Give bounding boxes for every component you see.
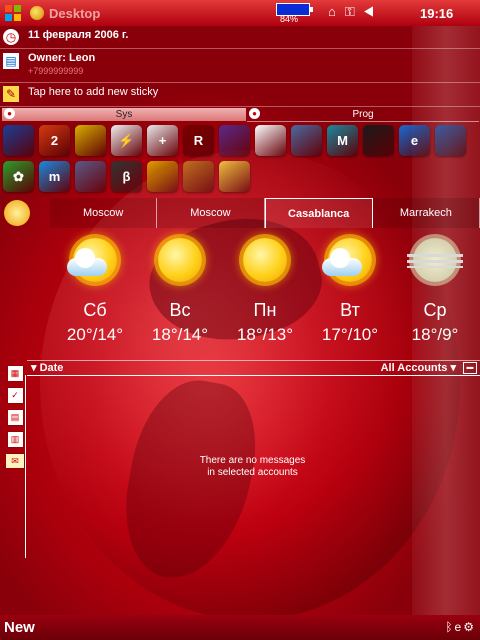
cube-app-icon[interactable]: [435, 125, 466, 156]
launcher-tab-label: Prog: [352, 109, 374, 120]
sun-cloud-icon: [67, 232, 123, 288]
sort-date-label: Date: [39, 362, 64, 374]
tray-status-icons[interactable]: ⌂⚿◀: [328, 4, 383, 20]
speaker-icon[interactable]: ◀: [364, 4, 383, 19]
message-list-header: ▾ Date All Accounts ▾ ▬: [27, 360, 480, 376]
accounts-label: All Accounts: [380, 362, 448, 374]
empty-line-2: in selected accounts: [207, 467, 298, 478]
package-box-icon[interactable]: [75, 125, 106, 156]
home-icon[interactable]: ⌂: [328, 4, 345, 19]
title-bar: Desktop 84% ⌂⚿◀ 19:16: [0, 0, 480, 26]
first-aid-icon[interactable]: +: [147, 125, 178, 156]
haze-icon: [407, 232, 463, 288]
clock[interactable]: 19:16: [420, 6, 453, 21]
red-tool-icon[interactable]: R: [183, 125, 214, 156]
bottom-tray-icons[interactable]: ᛒe⚙: [445, 620, 476, 634]
owner-phone: +7999999999: [28, 66, 84, 76]
envelope-icon[interactable]: ✉: [5, 453, 25, 469]
accounts-dropdown[interactable]: All Accounts ▾: [381, 361, 456, 374]
launcher-tab-label: Sys: [115, 109, 133, 120]
message-list-divider: [25, 375, 26, 558]
launcher-row-2: ✿ m β: [3, 161, 283, 192]
launcher-tab-sys[interactable]: ● Sys: [2, 108, 246, 121]
drafts-icon[interactable]: ✓: [6, 387, 24, 404]
badge-2-icon[interactable]: 2: [39, 125, 70, 156]
sticky-row[interactable]: ✎ Tap here to add new sticky: [0, 82, 480, 107]
day-temp: 18°/14°: [151, 325, 209, 344]
flash-card-icon[interactable]: ⚡: [111, 125, 142, 156]
today-date-row[interactable]: ◷ 11 февраля 2006 г.: [0, 26, 480, 49]
view-toggle-icon[interactable]: ▬: [463, 362, 477, 374]
empty-line-1: There are no messages: [199, 455, 306, 466]
tab-dot-icon: ●: [4, 108, 15, 119]
connectivity-icon[interactable]: ⚿: [345, 4, 364, 19]
city-tab-active[interactable]: Casablanca: [264, 198, 373, 228]
pdf-reader-icon[interactable]: [255, 125, 286, 156]
sticky-prompt: Tap here to add new sticky: [28, 86, 159, 98]
owner-row[interactable]: ▤ Owner: Leon +7999999999: [0, 48, 480, 83]
camera-photo-icon[interactable]: [183, 161, 214, 192]
battery-percent: 84%: [280, 14, 299, 24]
settings-icon[interactable]: ⚙: [463, 620, 476, 634]
orb-player-icon[interactable]: [75, 161, 106, 192]
windows-flag-icon[interactable]: [0, 0, 26, 26]
day-name: Сб: [83, 300, 107, 320]
colored-balls-icon[interactable]: [3, 125, 34, 156]
day-temp: 18°/13°: [236, 325, 294, 344]
today-date: 11 февраля 2006 г.: [28, 29, 129, 41]
painter-tools-icon[interactable]: [147, 161, 178, 192]
browser-icon[interactable]: e: [455, 620, 464, 634]
empty-messages-text: There are no messages in selected accoun…: [180, 455, 325, 479]
forecast-day[interactable]: Сб 20°/14°: [50, 232, 140, 345]
outbox-icon[interactable]: ▤: [6, 409, 24, 426]
forecast-day[interactable]: Вс 18°/14°: [135, 232, 225, 345]
weather-logo-icon[interactable]: [4, 200, 30, 226]
owner-card-icon: ▤: [3, 53, 19, 69]
metro-m-icon[interactable]: M: [327, 125, 358, 156]
desktop-sun-icon: [30, 6, 44, 20]
day-temp: 18°/9°: [411, 325, 459, 344]
message-folder-icons: ▦ ✓ ▤ ▥ ✉: [4, 362, 26, 474]
tab-dot-icon: ●: [249, 108, 260, 119]
city-tab[interactable]: Moscow: [50, 198, 158, 228]
inbox-icon[interactable]: ▦: [6, 365, 24, 382]
new-softkey[interactable]: New: [4, 619, 35, 636]
day-name: Вт: [340, 300, 360, 320]
day-name: Вс: [169, 300, 191, 320]
sunny-icon: [152, 232, 208, 288]
sun-cloud-icon: [322, 232, 378, 288]
day-temp: 20°/14°: [66, 325, 124, 344]
launcher-tab-prog[interactable]: ● Prog: [247, 108, 479, 122]
internet-explorer-icon[interactable]: e: [399, 125, 430, 156]
bluetooth-icon[interactable]: ᛒ: [445, 620, 454, 634]
launcher-row-1: 2 ⚡ + R Me: [3, 125, 479, 156]
city-tab[interactable]: Moscow: [157, 198, 265, 228]
window-title: Desktop: [49, 5, 101, 21]
owner-name: Owner: Leon: [28, 52, 96, 64]
menu-bar: New ᛒe⚙: [0, 615, 480, 640]
winrar-books-icon[interactable]: [219, 125, 250, 156]
city-tab[interactable]: Marrakech: [372, 198, 480, 228]
forecast-day[interactable]: Пн 18°/13°: [220, 232, 310, 345]
sort-date-button[interactable]: ▾ Date: [31, 361, 63, 374]
calculator-icon[interactable]: [291, 125, 322, 156]
clock-icon: ◷: [3, 29, 19, 45]
day-name: Пн: [253, 300, 277, 320]
sticky-note-icon: ✎: [3, 86, 19, 102]
folder-search-icon[interactable]: [219, 161, 250, 192]
beta-app-icon[interactable]: β: [111, 161, 142, 192]
forecast-day[interactable]: Вт 17°/10°: [305, 232, 395, 345]
eclipse-orb-icon[interactable]: [363, 125, 394, 156]
forecast-day[interactable]: Ср 18°/9°: [390, 232, 480, 345]
weather-city-tabs: Moscow Moscow Casablanca Marrakech: [50, 198, 480, 228]
messenger-m-icon[interactable]: m: [39, 161, 70, 192]
day-name: Ср: [423, 300, 447, 320]
sunny-icon: [237, 232, 293, 288]
sent-items-icon[interactable]: ▥: [6, 431, 24, 448]
day-temp: 17°/10°: [321, 325, 379, 344]
icq-flower-icon[interactable]: ✿: [3, 161, 34, 192]
